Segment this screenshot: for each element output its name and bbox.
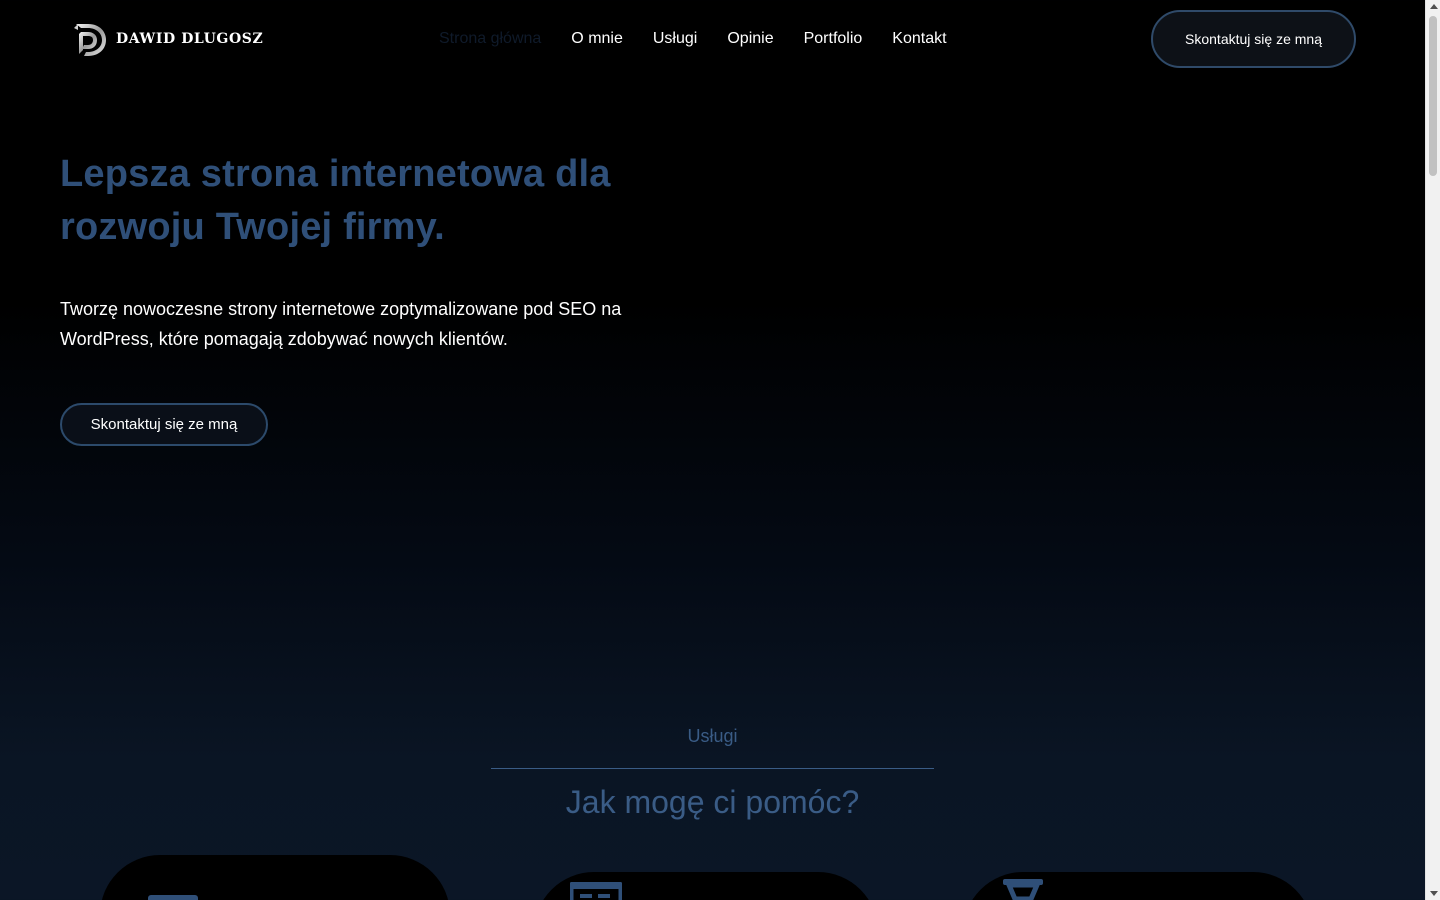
main-nav: Strona główna O mnie Usługi Opinie Portf… <box>439 29 947 49</box>
nav-item-home[interactable]: Strona główna <box>439 29 541 49</box>
header-contact-button[interactable]: Skontaktuj się ze mną <box>1151 10 1356 68</box>
nav-item-contact[interactable]: Kontakt <box>892 29 946 49</box>
services-eyebrow: Usługi <box>687 726 738 746</box>
nav-item-reviews[interactable]: Opinie <box>727 29 773 49</box>
section-divider <box>491 768 934 769</box>
nav-item-services[interactable]: Usługi <box>653 29 697 49</box>
service-card[interactable] <box>963 872 1313 900</box>
monitor-icon <box>148 895 198 900</box>
scroll-down-arrow-icon[interactable] <box>1430 891 1438 896</box>
site-header: DAWID DLUGOSZ Strona główna O mnie Usług… <box>0 0 1425 80</box>
service-card[interactable] <box>100 855 450 900</box>
nav-item-about[interactable]: O mnie <box>571 29 623 49</box>
nav-item-portfolio[interactable]: Portfolio <box>804 29 863 49</box>
hero-title: Lepsza strona internetowa dla rozwoju Tw… <box>60 153 611 248</box>
hero-text: Tworzę nowoczesne strony internetowe zop… <box>60 299 622 349</box>
services-title: Jak mogę ci pomóc? <box>565 784 860 820</box>
scroll-thumb[interactable] <box>1429 16 1437 176</box>
service-card[interactable] <box>534 872 878 900</box>
hourglass-icon <box>1003 879 1043 900</box>
dd-monogram-icon <box>74 24 106 56</box>
logo[interactable]: DAWID DLUGOSZ <box>72 20 263 58</box>
page-scrollbar[interactable] <box>1425 0 1440 900</box>
browser-window-icon <box>570 882 622 900</box>
hero-contact-button[interactable]: Skontaktuj się ze mną <box>60 403 268 446</box>
brand-name: DAWID DLUGOSZ <box>116 31 264 47</box>
scroll-up-arrow-icon[interactable] <box>1430 4 1438 9</box>
